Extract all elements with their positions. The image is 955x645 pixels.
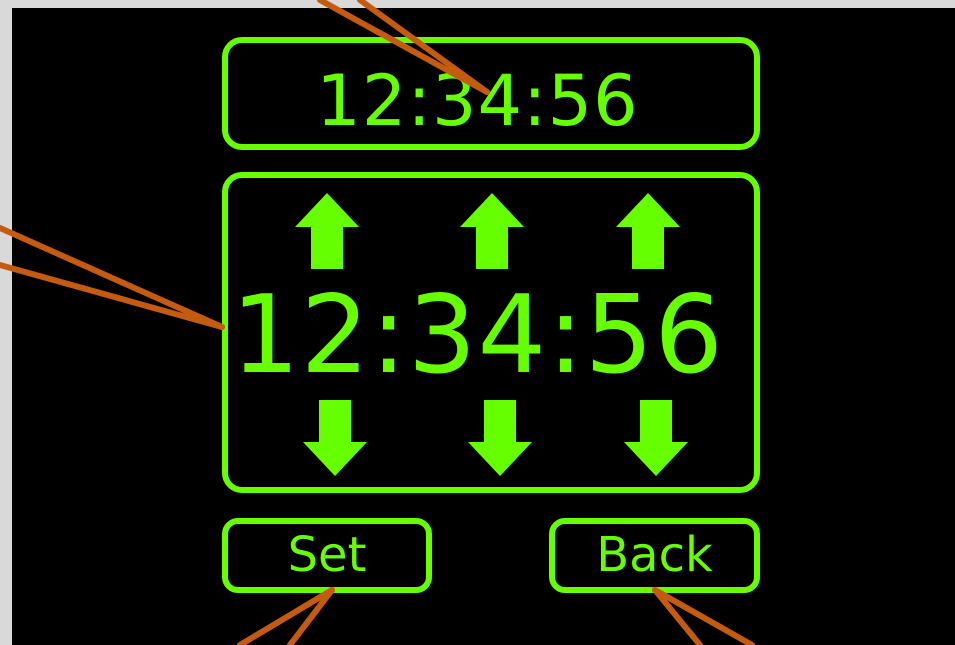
minutes-up-arrow-icon[interactable] bbox=[460, 193, 524, 269]
set-button[interactable]: Set bbox=[222, 518, 432, 593]
hours-down-arrow-icon[interactable] bbox=[303, 400, 367, 476]
hours-up-arrow-icon[interactable] bbox=[295, 193, 359, 269]
seconds-down-arrow-icon[interactable] bbox=[624, 400, 688, 476]
back-button[interactable]: Back bbox=[549, 518, 760, 593]
current-time-text: 12:34:56 bbox=[316, 60, 639, 142]
minutes-down-arrow-icon[interactable] bbox=[468, 400, 532, 476]
seconds-up-arrow-icon[interactable] bbox=[616, 193, 680, 269]
edit-time-text: 12:34:56 bbox=[230, 273, 725, 398]
